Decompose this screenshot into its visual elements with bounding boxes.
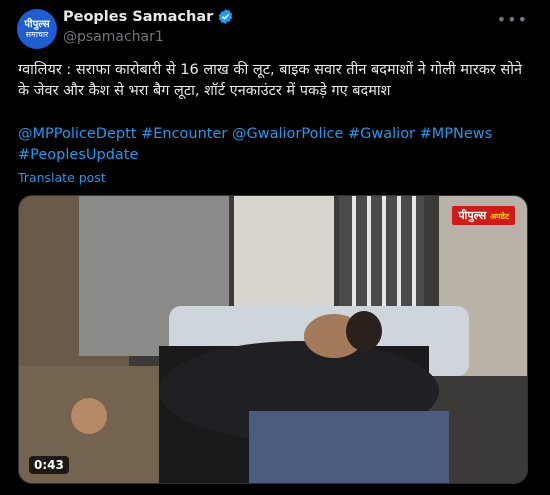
author-name-row[interactable]: Peoples Samachar <box>63 8 234 25</box>
avatar[interactable]: पीपुल्स समाचार <box>17 9 57 49</box>
video-duration: 0:43 <box>29 456 69 474</box>
video-frame <box>19 196 527 483</box>
author-name[interactable]: Peoples Samachar <box>63 9 213 25</box>
translate-post-link[interactable]: Translate post <box>18 170 106 185</box>
tweet-post: पीपुल्स समाचार Peoples Samachar @psamach… <box>0 0 550 495</box>
author-handle[interactable]: @psamachar1 <box>63 29 164 45</box>
verified-badge-icon <box>219 9 233 24</box>
post-hashtags[interactable]: @MPPoliceDeptt #Encounter @GwaliorPolice… <box>18 124 533 166</box>
avatar-line1: पीपुल्स <box>24 19 50 30</box>
ellipsis-icon[interactable]: ••• <box>497 10 528 29</box>
video-player[interactable]: पीपुल्स अपडेट 0:43 <box>18 195 528 484</box>
post-text: ग्वालियर : सराफा कारोबारी से 16 लाख की ल… <box>18 62 523 99</box>
avatar-line2: समाचार <box>25 30 49 39</box>
channel-watermark: पीपुल्स अपडेट <box>452 206 515 225</box>
watermark-sub: अपडेट <box>490 212 509 221</box>
watermark-main: पीपुल्स <box>458 209 487 222</box>
